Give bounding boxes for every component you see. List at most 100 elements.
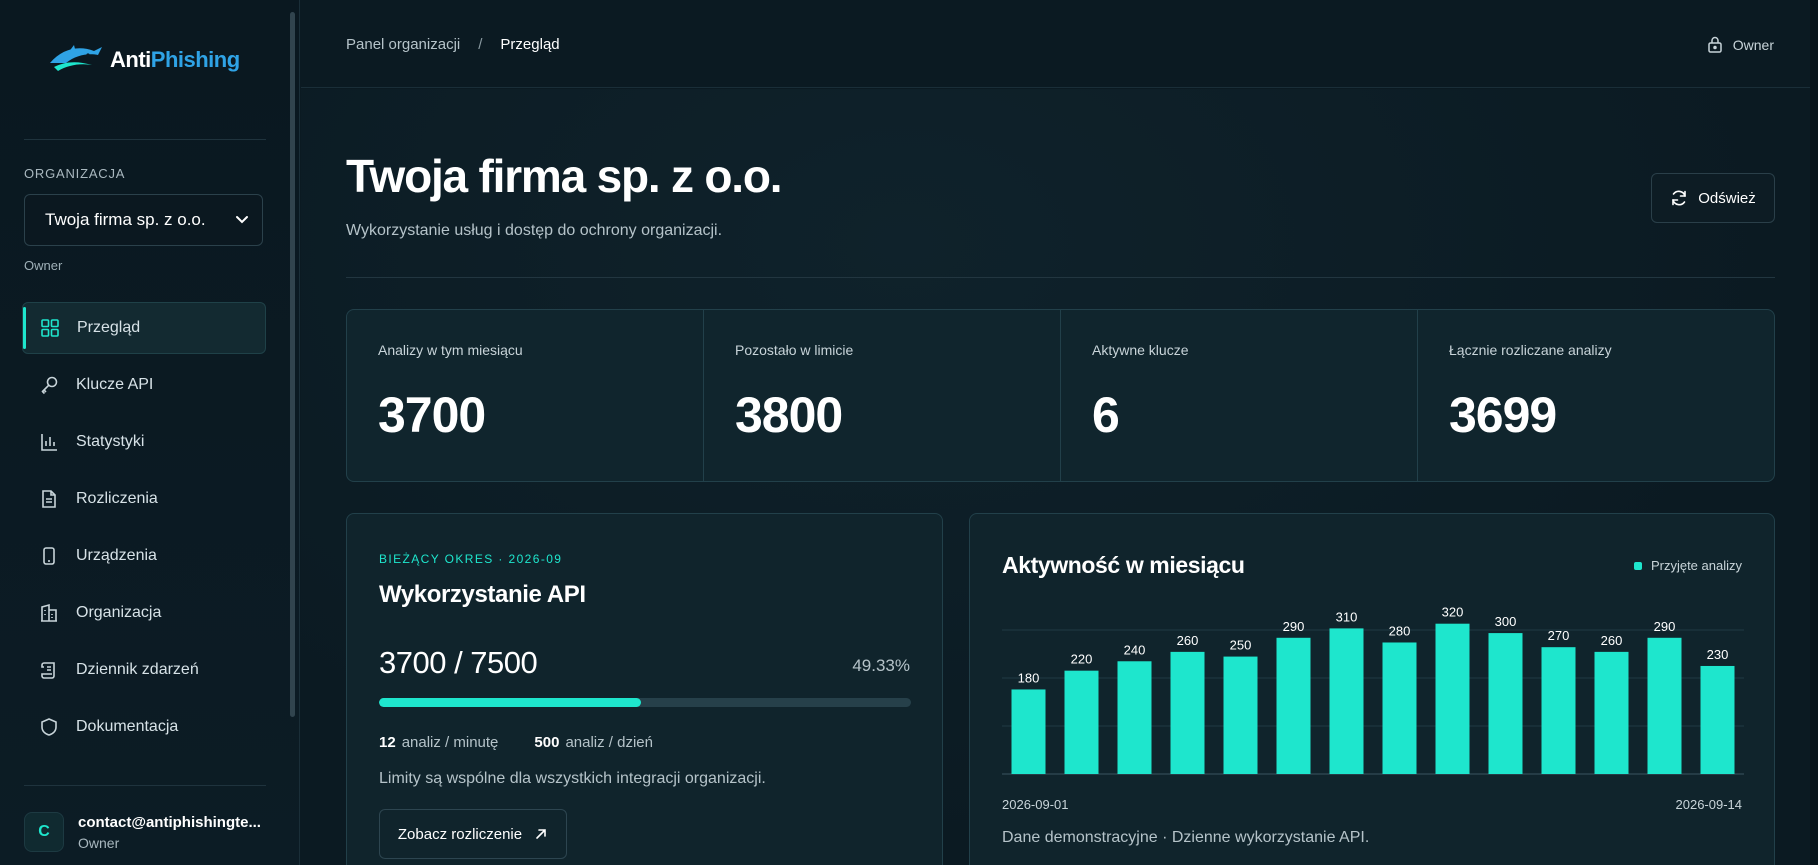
usage-percent: 49.33%	[852, 656, 910, 675]
breadcrumb-item[interactable]: Panel organizacji	[346, 36, 460, 53]
sidebar-item-przeglad[interactable]: Przegląd	[22, 302, 266, 354]
chart-bar[interactable]	[1594, 651, 1629, 774]
brand-name: AntiPhishing	[110, 47, 240, 72]
usage-progress-bar	[379, 698, 911, 707]
stat-label: Analizy w tym miesiącu	[378, 342, 523, 358]
stat-card: Analizy w tym miesiącu 3700	[347, 310, 704, 481]
refresh-button[interactable]: Odśwież	[1651, 173, 1775, 223]
bar-value-label: 310	[1336, 609, 1358, 624]
chart-note: Dane demonstracyjne · Dzienne wykorzysta…	[1002, 829, 1370, 846]
breadcrumb: Panel organizacji / Przegląd	[346, 36, 560, 53]
sidebar-item-label: Organizacja	[76, 604, 162, 621]
chart-bar[interactable]	[1064, 670, 1099, 774]
shield-icon	[38, 716, 60, 738]
avatar: C	[24, 812, 64, 852]
shark-logo-icon	[50, 45, 102, 71]
topbar: Panel organizacji / Przegląd Owner	[301, 0, 1818, 88]
chart-bar[interactable]	[1170, 651, 1205, 774]
bar-value-label: 290	[1654, 619, 1676, 634]
chart-bar[interactable]	[1700, 665, 1735, 774]
user-menu[interactable]: C contact@antiphishingte... Owner	[24, 810, 274, 854]
stat-value: 6	[1092, 387, 1120, 443]
bar-value-label: 280	[1389, 623, 1411, 638]
activity-chart-card: Aktywność w miesiącu Przyjęte analizy 18…	[969, 513, 1775, 865]
period-label: BIEŻĄCY OKRES · 2026-09	[379, 552, 563, 566]
org-select[interactable]: Twoja firma sp. z o.o.	[24, 194, 263, 246]
api-usage-card: BIEŻĄCY OKRES · 2026-09 Wykorzystanie AP…	[346, 513, 943, 865]
stats-panel: Analizy w tym miesiącu 3700 Pozostało w …	[346, 309, 1775, 482]
bar-value-label: 250	[1230, 638, 1252, 653]
user-email: contact@antiphishingte...	[78, 813, 261, 831]
limit-per-day: 500 analiz / dzień	[534, 734, 653, 751]
sidebar-item-label: Dziennik zdarzeń	[76, 661, 199, 678]
sidebar-item-label: Klucze API	[76, 376, 154, 393]
sidebar-item-label: Statystyki	[76, 433, 145, 450]
stat-value: 3800	[735, 387, 843, 443]
stat-value: 3700	[378, 387, 486, 443]
org-role: Owner	[24, 258, 63, 273]
usage-progress-fill	[379, 698, 642, 707]
chart-bar[interactable]	[1541, 647, 1576, 774]
sidebar-item-label: Rozliczenia	[76, 490, 158, 507]
sidebar-item-organizacja[interactable]: Organizacja	[22, 587, 266, 639]
divider	[24, 139, 266, 140]
refresh-icon	[1672, 190, 1687, 206]
chart-bar[interactable]	[1488, 633, 1523, 774]
legend-swatch	[1633, 561, 1642, 570]
sidebar-item-label: Przegląd	[77, 319, 141, 336]
role-label: Owner	[1732, 36, 1774, 53]
stat-label: Łącznie rozliczane analizy	[1449, 342, 1612, 358]
page-subtitle: Wykorzystanie usług i dostęp do ochrony …	[346, 222, 723, 239]
x-axis-end-label: 2026-09-14	[1675, 797, 1743, 812]
grid-icon	[39, 317, 61, 339]
divider	[346, 277, 1775, 278]
key-icon	[38, 374, 60, 396]
sidebar-nav: Przegląd Klucze API Statystyki Rozliczen…	[22, 302, 266, 758]
sidebar-item-statystyki[interactable]: Statystyki	[22, 416, 266, 468]
bar-value-label: 230	[1707, 647, 1729, 662]
bar-value-label: 260	[1601, 633, 1623, 648]
bar-value-label: 290	[1283, 619, 1305, 634]
chart-bar[interactable]	[1011, 689, 1046, 774]
logo[interactable]: AntiPhishing	[48, 40, 258, 80]
bar-value-label: 320	[1442, 605, 1464, 620]
lock-icon	[1708, 36, 1722, 53]
bar-chart: 180 220 240 260 250 290 310 280 320 300 270 260 290 2…	[1002, 605, 1744, 775]
legend-label: Przyjęte analizy	[1650, 558, 1742, 573]
breadcrumb-separator: /	[478, 36, 483, 53]
user-info: contact@antiphishingte... Owner	[78, 814, 268, 851]
chart-bar[interactable]	[1117, 661, 1152, 774]
sidebar-scrollbar[interactable]	[290, 12, 295, 717]
limit-per-minute: 12 analiz / minutę	[379, 734, 499, 751]
x-axis-start-label: 2026-09-01	[1002, 797, 1069, 812]
chart-bar[interactable]	[1382, 642, 1417, 774]
chart-bar[interactable]	[1223, 656, 1258, 774]
page-title: Twoja firma sp. z o.o.	[346, 150, 783, 202]
chevron-down-icon	[236, 216, 248, 224]
bar-value-label: 240	[1124, 642, 1146, 657]
view-billing-button[interactable]: Zobacz rozliczenie	[379, 809, 567, 859]
sidebar-item-label: Urządzenia	[76, 547, 157, 564]
stat-card: Aktywne klucze 6	[1061, 310, 1418, 481]
chart-bar[interactable]	[1647, 637, 1682, 774]
chart-bar[interactable]	[1276, 637, 1311, 774]
sidebar-item-klucze-api[interactable]: Klucze API	[22, 359, 266, 411]
bar-value-label: 300	[1495, 614, 1517, 629]
page-scrollbar[interactable]	[1810, 0, 1818, 865]
sidebar-item-dokumentacja[interactable]: Dokumentacja	[22, 701, 266, 753]
chart-title: Aktywność w miesiącu	[1002, 552, 1245, 578]
rate-limits: 12 analiz / minutę 500 analiz / dzień	[379, 734, 653, 751]
stat-label: Aktywne klucze	[1092, 342, 1189, 358]
bar-value-label: 220	[1071, 652, 1093, 667]
role-indicator: Owner	[1707, 36, 1774, 53]
card-title: Wykorzystanie API	[379, 581, 586, 608]
sidebar-item-dziennik-zdarzen[interactable]: Dziennik zdarzeń	[22, 644, 266, 696]
limits-note: Limity są wspólne dla wszystkich integra…	[379, 770, 766, 787]
org-label: ORGANIZACJA	[24, 166, 126, 181]
org-select-value: Twoja firma sp. z o.o.	[45, 210, 206, 229]
sidebar-item-rozliczenia[interactable]: Rozliczenia	[22, 473, 266, 525]
chart-bar[interactable]	[1435, 623, 1470, 774]
bar-value-label: 180	[1018, 670, 1040, 685]
chart-bar[interactable]	[1329, 628, 1364, 774]
sidebar-item-urzadzenia[interactable]: Urządzenia	[22, 530, 266, 582]
